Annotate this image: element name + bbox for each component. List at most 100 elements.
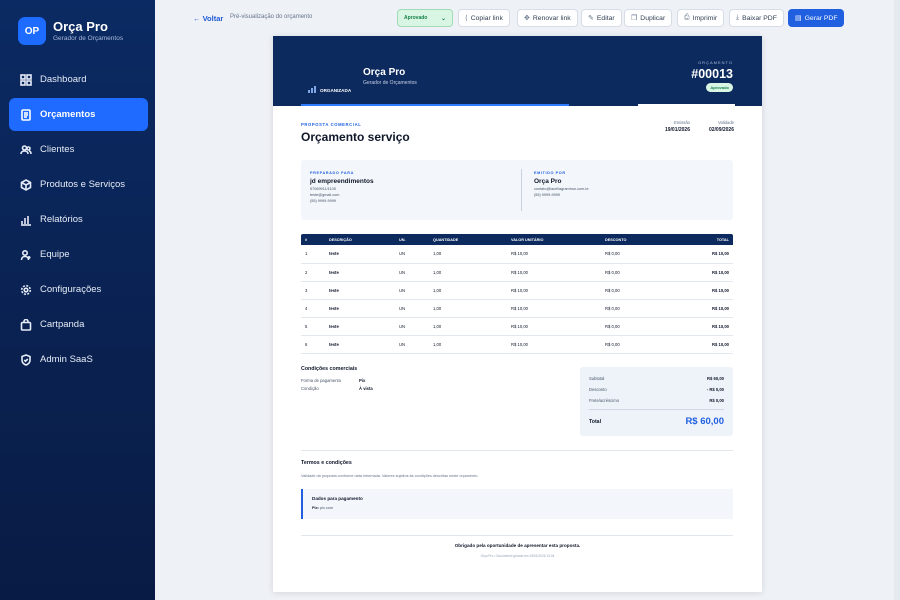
subtotal-row: Subtotal R$ 60,00 xyxy=(589,376,724,381)
table-cell: R$ 10,00 xyxy=(671,263,733,282)
issuer-email: contato@lacrillagramhun.com.br xyxy=(534,187,589,191)
generate-pdf-button[interactable]: ▤ Gerar PDF xyxy=(788,9,845,27)
table-cell: 1,00 xyxy=(429,263,507,282)
page-scrollbar[interactable] xyxy=(894,0,900,600)
col-header: DESCRIÇÃO xyxy=(325,234,395,245)
share-icon: ⟨ xyxy=(465,15,468,22)
discount-row: Desconto - R$ 0,00 xyxy=(589,387,724,392)
table-cell: teste xyxy=(325,299,395,318)
users-icon xyxy=(19,143,32,156)
parties-box: PREPARADO PARA jd empreendimentos 570699… xyxy=(301,160,733,220)
renew-link-button[interactable]: ✥ Renovar link xyxy=(517,9,578,27)
prepared-for-label: PREPARADO PARA xyxy=(310,171,354,175)
edit-button[interactable]: ✎ Editar xyxy=(581,9,622,27)
table-cell: teste xyxy=(325,263,395,282)
table-cell: R$ 10,00 xyxy=(507,317,601,336)
duplicate-button[interactable]: ❐ Duplicar xyxy=(624,9,673,27)
table-cell: R$ 10,00 xyxy=(507,281,601,300)
toolbar: ← Voltar Pré-visualização do orçamento A… xyxy=(155,0,900,36)
file-icon: ▤ xyxy=(795,15,802,22)
issued-label: Emissão xyxy=(673,120,690,125)
payment-label: Forma de pagamento xyxy=(301,378,342,383)
proposal-kicker: PROPOSTA COMERCIAL xyxy=(301,122,362,127)
sidebar-item-equipe[interactable]: Equipe xyxy=(9,238,148,271)
table-cell: R$ 10,00 xyxy=(671,317,733,336)
client-name: jd empreendimentos xyxy=(310,178,374,185)
divider xyxy=(301,535,733,536)
brand[interactable]: OP Orça Pro Gerador de Orçamentos xyxy=(18,17,123,45)
copy-icon: ❐ xyxy=(631,15,638,22)
table-cell: R$ 10,00 xyxy=(671,299,733,318)
company-name: Orça Pro xyxy=(363,67,406,78)
header-accent-bar-light xyxy=(638,104,735,106)
app-subtitle: Gerador de Orçamentos xyxy=(53,34,124,42)
table-row: 3 teste UN 1,00 R$ 10,00 R$ 0,00 R$ 10,00 xyxy=(301,281,733,300)
status-value: Aprovado xyxy=(404,15,428,21)
print-button[interactable]: ⎙ Imprimir xyxy=(677,9,725,27)
table-cell: R$ 0,00 xyxy=(601,263,671,282)
sidebar-item-dashboard[interactable]: Dashboard xyxy=(9,63,148,96)
download-icon: ⤓ xyxy=(736,14,740,21)
sidebar-item-label: Orçamentos xyxy=(40,109,96,120)
shipping-value: R$ 0,00 xyxy=(709,398,724,403)
status-badge: Aprovado xyxy=(706,83,733,92)
table-cell: 3 xyxy=(301,281,325,300)
print-label: Imprimir xyxy=(692,14,718,22)
sidebar-item-admin-saas[interactable]: Admin SaaS xyxy=(9,343,148,376)
table-row: 6 teste UN 1,00 R$ 10,00 R$ 0,00 R$ 10,00 xyxy=(301,335,733,354)
copy-link-button[interactable]: ⟨ Copiar link xyxy=(458,9,510,27)
app-name: Orça Pro xyxy=(53,18,108,34)
sidebar-item-configuracoes[interactable]: Configurações xyxy=(9,273,148,306)
status-select[interactable]: Aprovado ⌄ xyxy=(397,9,453,27)
sidebar-item-label: Produtos e Serviços xyxy=(40,179,126,190)
sidebar-item-orcamentos[interactable]: Orçamentos xyxy=(9,98,148,131)
quote-title: Orçamento serviço xyxy=(301,130,410,144)
quote-number: #00013 xyxy=(691,67,733,81)
download-pdf-button[interactable]: ⤓ Baixar PDF xyxy=(729,9,784,27)
table-cell: R$ 10,00 xyxy=(507,263,601,282)
table-cell: 4 xyxy=(301,299,325,318)
table-cell: R$ 0,00 xyxy=(601,317,671,336)
totals-divider xyxy=(589,409,724,410)
total-row: Total R$ 60,00 xyxy=(589,416,724,427)
sidebar: OP Orça Pro Gerador de Orçamentos Dashbo… xyxy=(0,0,155,600)
client-phone: (55) 9999-9999 xyxy=(310,199,336,203)
subtotal-label: Subtotal xyxy=(589,376,605,381)
table-cell: UN xyxy=(395,335,429,354)
table-cell: 1 xyxy=(301,245,325,264)
table-row: 1 teste UN 1,00 R$ 10,00 R$ 0,00 R$ 10,00 xyxy=(301,245,733,264)
col-header: UN. xyxy=(395,234,429,245)
document-footer: Orça Pro • Documento gerado em 19/01/202… xyxy=(480,554,555,558)
shipping-label: Frete/acréscimo xyxy=(589,398,620,403)
table-cell: 1,00 xyxy=(429,281,507,300)
divider xyxy=(521,169,522,211)
box-icon xyxy=(19,178,32,191)
table-cell: teste xyxy=(325,335,395,354)
back-button[interactable]: ← Voltar xyxy=(193,14,223,23)
table-cell: 1,00 xyxy=(429,245,507,264)
condition-value: À vista xyxy=(359,386,373,391)
table-cell: 1,00 xyxy=(429,335,507,354)
back-label: Voltar xyxy=(202,14,224,23)
col-header: QUANTIDADE xyxy=(429,234,507,245)
sidebar-item-label: Cartpanda xyxy=(40,319,85,330)
sidebar-item-relatorios[interactable]: Relatórios xyxy=(9,203,148,236)
app-logo: OP xyxy=(18,17,46,45)
discount-label: Desconto xyxy=(589,387,607,392)
client-block: PREPARADO PARA jd empreendimentos 570699… xyxy=(310,171,374,203)
terms-title: Termos e condições xyxy=(301,460,352,466)
sidebar-nav: Dashboard Orçamentos Clientes Produtos e… xyxy=(9,63,148,378)
table-cell: R$ 0,00 xyxy=(601,245,671,264)
total-label: Total xyxy=(589,418,602,425)
issuer-phone: (55) 9999-9999 xyxy=(534,193,560,197)
logo-text: ORGANIZADA xyxy=(320,88,352,93)
sidebar-item-produtos[interactable]: Produtos e Serviços xyxy=(9,168,148,201)
chevron-down-icon: ⌄ xyxy=(440,15,446,22)
sidebar-item-clientes[interactable]: Clientes xyxy=(9,133,148,166)
table-cell: R$ 10,00 xyxy=(507,335,601,354)
table-header-row: # DESCRIÇÃO UN. QUANTIDADE VALOR UNITÁRI… xyxy=(301,234,733,245)
table-cell: UN xyxy=(395,299,429,318)
sidebar-item-cartpanda[interactable]: Cartpanda xyxy=(9,308,148,341)
quote-label: ORÇAMENTO xyxy=(698,60,733,65)
shield-icon xyxy=(19,353,32,366)
